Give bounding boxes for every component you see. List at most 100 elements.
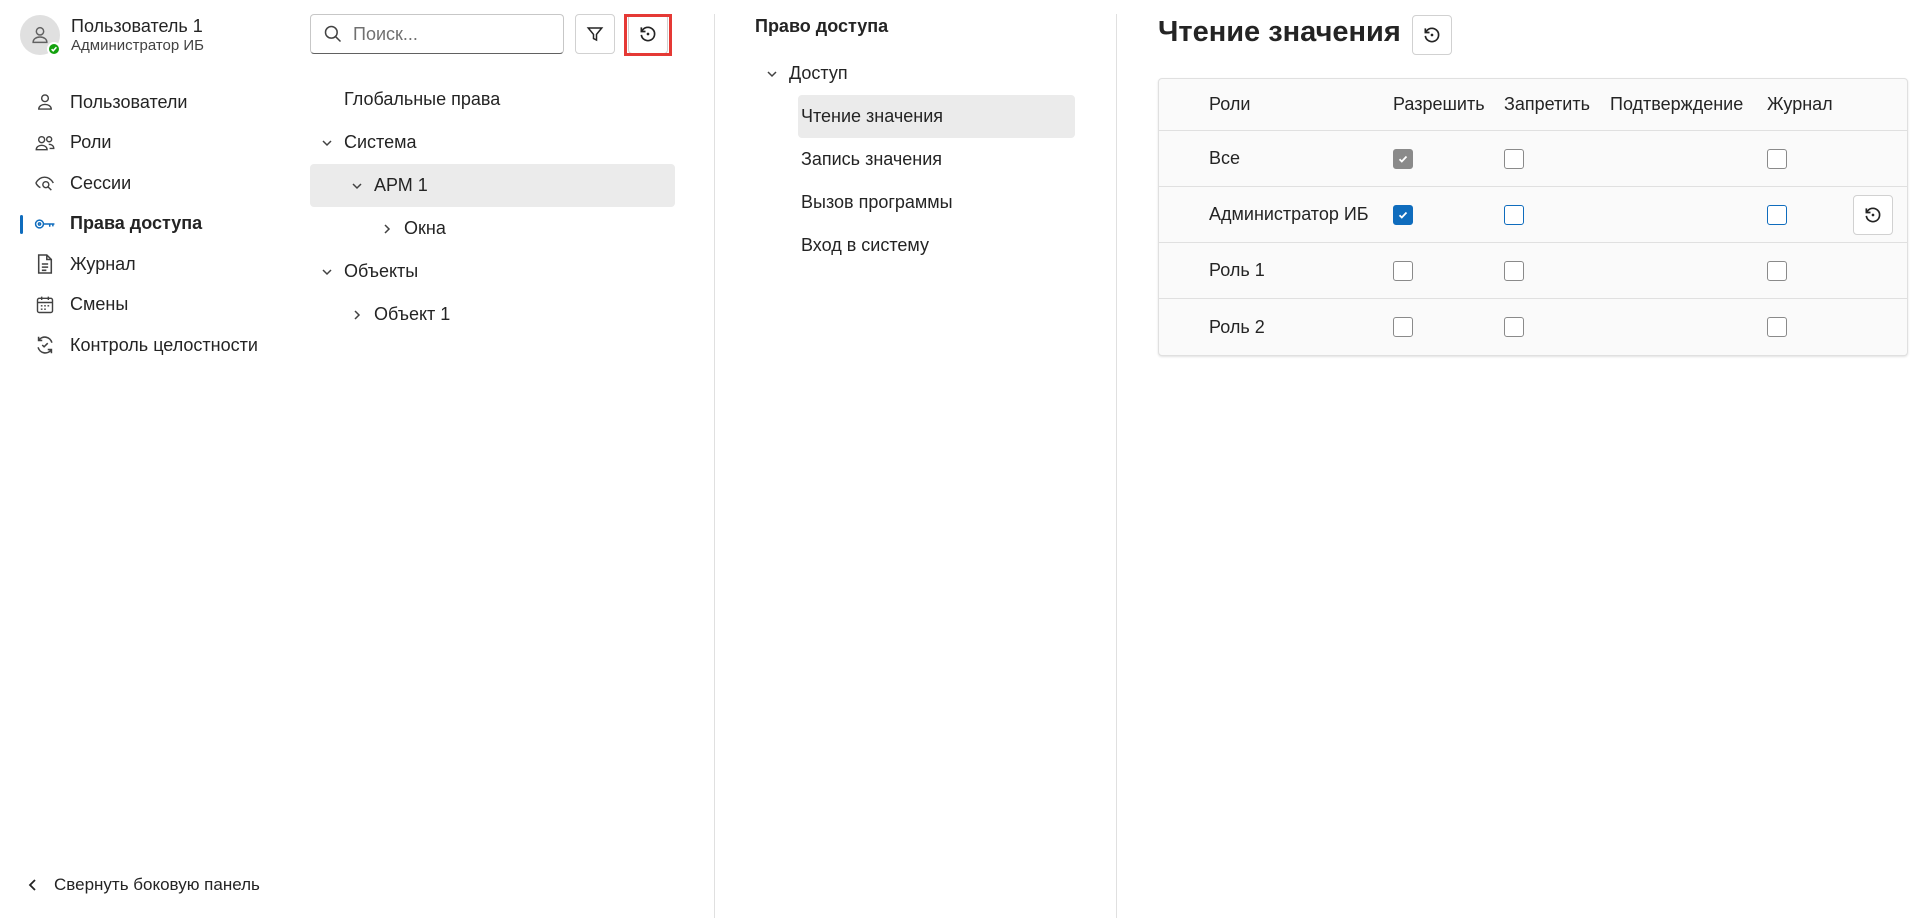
permission-item-read-value[interactable]: Чтение значения (798, 95, 1075, 138)
permission-item-label: Запись значения (801, 149, 943, 169)
grid-header: Роли Разрешить Запретить Подтверждение Ж… (1159, 79, 1907, 131)
sidebar-item-label: Роли (70, 132, 112, 153)
chevron-down-icon[interactable] (320, 136, 334, 150)
sidebar-item-shifts[interactable]: Смены (0, 285, 300, 326)
permission-item-call-program[interactable]: Вызов программы (798, 181, 1075, 224)
collapse-sidebar-label: Свернуть боковую панель (54, 875, 260, 894)
role-name: Роль 2 (1209, 316, 1265, 337)
person-icon (34, 91, 56, 113)
permission-item-label: Вход в систему (801, 235, 929, 255)
tree-item-objects[interactable]: Объекты (310, 250, 675, 293)
panel-divider[interactable] (1116, 14, 1117, 918)
history-reset-icon (1424, 27, 1440, 43)
sidebar-item-journal[interactable]: Журнал (0, 244, 300, 285)
detail-title: Чтение значения (1158, 16, 1401, 48)
sync-icon (34, 334, 56, 356)
tree-item-system[interactable]: Система (310, 121, 675, 164)
tree-item-label: Окна (404, 218, 446, 238)
table-row: Роль 2 (1159, 299, 1907, 355)
tree-item-label: Глобальные права (344, 89, 501, 109)
panel-divider[interactable] (714, 14, 715, 918)
user-name: Пользователь 1 (71, 16, 203, 36)
filter-button[interactable] (575, 14, 615, 54)
chevron-down-icon[interactable] (350, 179, 364, 193)
chevron-right-icon[interactable] (350, 308, 364, 322)
allow-checkbox[interactable] (1393, 317, 1413, 337)
sidebar-item-label: Журнал (70, 253, 136, 274)
sidebar-item-roles[interactable]: Роли (0, 123, 300, 164)
deny-checkbox[interactable] (1504, 317, 1524, 337)
object-tree: Глобальные права Система АРМ 1 Окна Объе… (310, 78, 675, 336)
document-icon (34, 253, 56, 275)
search-input[interactable] (351, 22, 551, 46)
check-icon (1398, 211, 1408, 219)
search-icon (324, 25, 342, 43)
person-icon (32, 26, 48, 44)
permission-item-label: Вызов программы (801, 192, 953, 212)
column-header-journal[interactable]: Журнал (1767, 79, 1833, 130)
history-reset-icon (1865, 207, 1881, 223)
tree-item-label: АРМ 1 (374, 175, 428, 195)
sidebar-item-label: Сессии (70, 172, 132, 193)
sidebar-item-users[interactable]: Пользователи (0, 82, 300, 123)
column-header-deny[interactable]: Запретить (1504, 79, 1590, 130)
column-header-roles[interactable]: Роли (1209, 79, 1250, 130)
deny-checkbox[interactable] (1504, 148, 1524, 169)
chevron-left-icon (28, 879, 36, 891)
presence-badge (47, 42, 61, 56)
allow-checkbox[interactable] (1393, 204, 1413, 225)
reset-tree-button[interactable] (628, 14, 668, 54)
table-row: Администратор ИБ (1159, 187, 1907, 243)
tree-item-label: Объекты (344, 261, 419, 281)
user-card[interactable]: Пользователь 1 Администратор ИБ (20, 14, 204, 56)
permission-item-label: Чтение значения (801, 106, 943, 126)
journal-checkbox[interactable] (1767, 260, 1787, 281)
column-header-allow[interactable]: Разрешить (1393, 79, 1485, 130)
sidebar-item-label: Пользователи (70, 91, 188, 112)
roles-permissions-grid: Роли Разрешить Запретить Подтверждение Ж… (1158, 78, 1908, 356)
sidebar: Пользователь 1 Администратор ИБ Пользова… (0, 0, 300, 918)
key-icon (34, 213, 56, 235)
sidebar-item-access-rights[interactable]: Права доступа (0, 204, 300, 245)
check-icon (51, 46, 57, 52)
permissions-list: Доступ Чтение значения Запись значения В… (755, 52, 1075, 267)
filter-icon (586, 27, 604, 42)
history-reset-icon (640, 26, 656, 42)
sidebar-item-label: Смены (70, 294, 129, 315)
journal-checkbox[interactable] (1767, 204, 1787, 225)
reset-row-button[interactable] (1853, 195, 1893, 235)
deny-checkbox[interactable] (1504, 204, 1524, 225)
permission-item-write-value[interactable]: Запись значения (798, 138, 1075, 181)
permission-item-login[interactable]: Вход в систему (798, 224, 1075, 267)
journal-checkbox[interactable] (1767, 148, 1787, 169)
search-box[interactable] (310, 14, 564, 54)
avatar (20, 15, 61, 56)
calendar-icon (34, 294, 56, 316)
tree-item-label: Объект 1 (374, 304, 451, 324)
tree-item-label: Система (344, 132, 417, 152)
tree-item-windows[interactable]: Окна (310, 207, 675, 250)
tree-item-global-rights[interactable]: Глобальные права (310, 78, 675, 121)
allow-checkbox[interactable] (1393, 260, 1413, 281)
user-role: Администратор ИБ (71, 37, 205, 54)
role-name: Роль 1 (1209, 260, 1265, 280)
journal-checkbox[interactable] (1767, 317, 1787, 337)
permission-group-access[interactable]: Доступ (755, 52, 1075, 95)
tree-item-arm-1[interactable]: АРМ 1 (310, 164, 675, 207)
table-row: Роль 1 (1159, 243, 1907, 299)
collapse-sidebar-button[interactable]: Свернуть боковую панель (26, 872, 260, 898)
chevron-right-icon[interactable] (380, 222, 394, 236)
column-header-confirmation[interactable]: Подтверждение (1610, 79, 1743, 130)
people-icon (34, 132, 56, 154)
reset-permission-button[interactable] (1412, 15, 1452, 55)
deny-checkbox[interactable] (1504, 260, 1524, 281)
sidebar-item-integrity[interactable]: Контроль целостности (0, 325, 300, 366)
chevron-down-icon[interactable] (765, 67, 779, 81)
eye-search-icon (34, 172, 56, 194)
chevron-down-icon[interactable] (320, 265, 334, 279)
tree-item-object-1[interactable]: Объект 1 (310, 293, 675, 336)
sidebar-item-sessions[interactable]: Сессии (0, 163, 300, 204)
role-name: Администратор ИБ (1209, 204, 1369, 224)
permissions-title: Право доступа (755, 16, 889, 36)
sidebar-nav: Пользователи Роли Сессии Права доступа Ж… (0, 82, 300, 366)
